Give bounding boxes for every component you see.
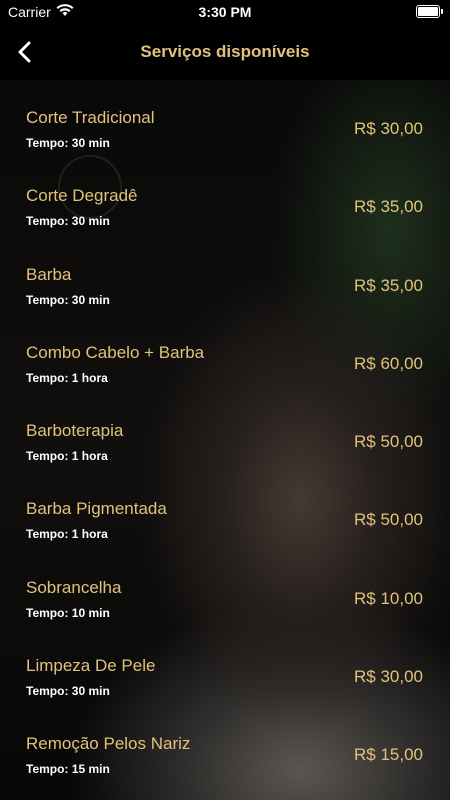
navigation-bar: Serviços disponíveis bbox=[0, 24, 450, 80]
service-duration: Tempo: 1 hora bbox=[26, 449, 108, 464]
service-name: Combo Cabelo + Barba bbox=[26, 342, 205, 362]
status-time: 3:30 PM bbox=[198, 4, 252, 20]
service-duration: Tempo: 15 min bbox=[26, 762, 110, 777]
service-price: R$ 10,00 bbox=[354, 588, 423, 608]
service-price: R$ 15,00 bbox=[354, 745, 423, 765]
service-row[interactable]: Limpeza De Pele Tempo: 30 min R$ 30,00 bbox=[0, 628, 450, 706]
service-price: R$ 35,00 bbox=[354, 275, 423, 295]
service-name: Corte Tradicional bbox=[26, 108, 155, 127]
service-price: R$ 30,00 bbox=[354, 119, 423, 138]
service-row[interactable]: Barba Tempo: 30 min R$ 35,00 bbox=[0, 237, 450, 315]
service-name: Sobrancelha bbox=[26, 577, 122, 597]
service-duration: Tempo: 30 min bbox=[26, 214, 110, 229]
service-row[interactable]: Barba Pigmentada Tempo: 1 hora R$ 50,00 bbox=[0, 471, 450, 549]
service-row[interactable]: Remoção Pelos Nariz Tempo: 15 min R$ 15,… bbox=[0, 706, 450, 784]
service-row[interactable]: Sobrancelha Tempo: 10 min R$ 10,00 bbox=[0, 550, 450, 628]
battery-icon bbox=[416, 5, 443, 18]
service-name: Limpeza De Pele bbox=[26, 656, 156, 676]
service-price: R$ 60,00 bbox=[354, 353, 423, 373]
status-bar: Carrier 3:30 PM bbox=[0, 0, 450, 24]
service-duration: Tempo: 30 min bbox=[26, 136, 110, 150]
service-row[interactable]: Combo Cabelo + Barba Tempo: 1 hora R$ 60… bbox=[0, 315, 450, 393]
service-duration: Tempo: 30 min bbox=[26, 684, 110, 699]
service-duration: Tempo: 10 min bbox=[26, 605, 110, 620]
services-list: Corte Tradicional Tempo: 30 min R$ 30,00… bbox=[0, 80, 450, 785]
service-row[interactable]: Corte Tradicional Tempo: 30 min R$ 30,00 bbox=[0, 80, 450, 158]
service-price: R$ 50,00 bbox=[354, 432, 423, 452]
service-duration: Tempo: 30 min bbox=[26, 292, 110, 307]
service-price: R$ 35,00 bbox=[354, 197, 423, 217]
service-name: Barba bbox=[26, 264, 72, 284]
service-row[interactable]: Corte Degradê Tempo: 30 min R$ 35,00 bbox=[0, 158, 450, 236]
service-price: R$ 30,00 bbox=[354, 667, 423, 687]
service-name: Barboterapia bbox=[26, 421, 124, 441]
service-row[interactable]: Barboterapia Tempo: 1 hora R$ 50,00 bbox=[0, 393, 450, 471]
service-duration: Tempo: 1 hora bbox=[26, 527, 108, 542]
service-name: Corte Degradê bbox=[26, 186, 138, 206]
page-title: Serviços disponíveis bbox=[140, 42, 310, 61]
service-price: R$ 50,00 bbox=[354, 510, 423, 530]
service-duration: Tempo: 1 hora bbox=[26, 370, 108, 385]
service-name: Barba Pigmentada bbox=[26, 499, 167, 519]
service-name: Remoção Pelos Nariz bbox=[26, 734, 191, 754]
